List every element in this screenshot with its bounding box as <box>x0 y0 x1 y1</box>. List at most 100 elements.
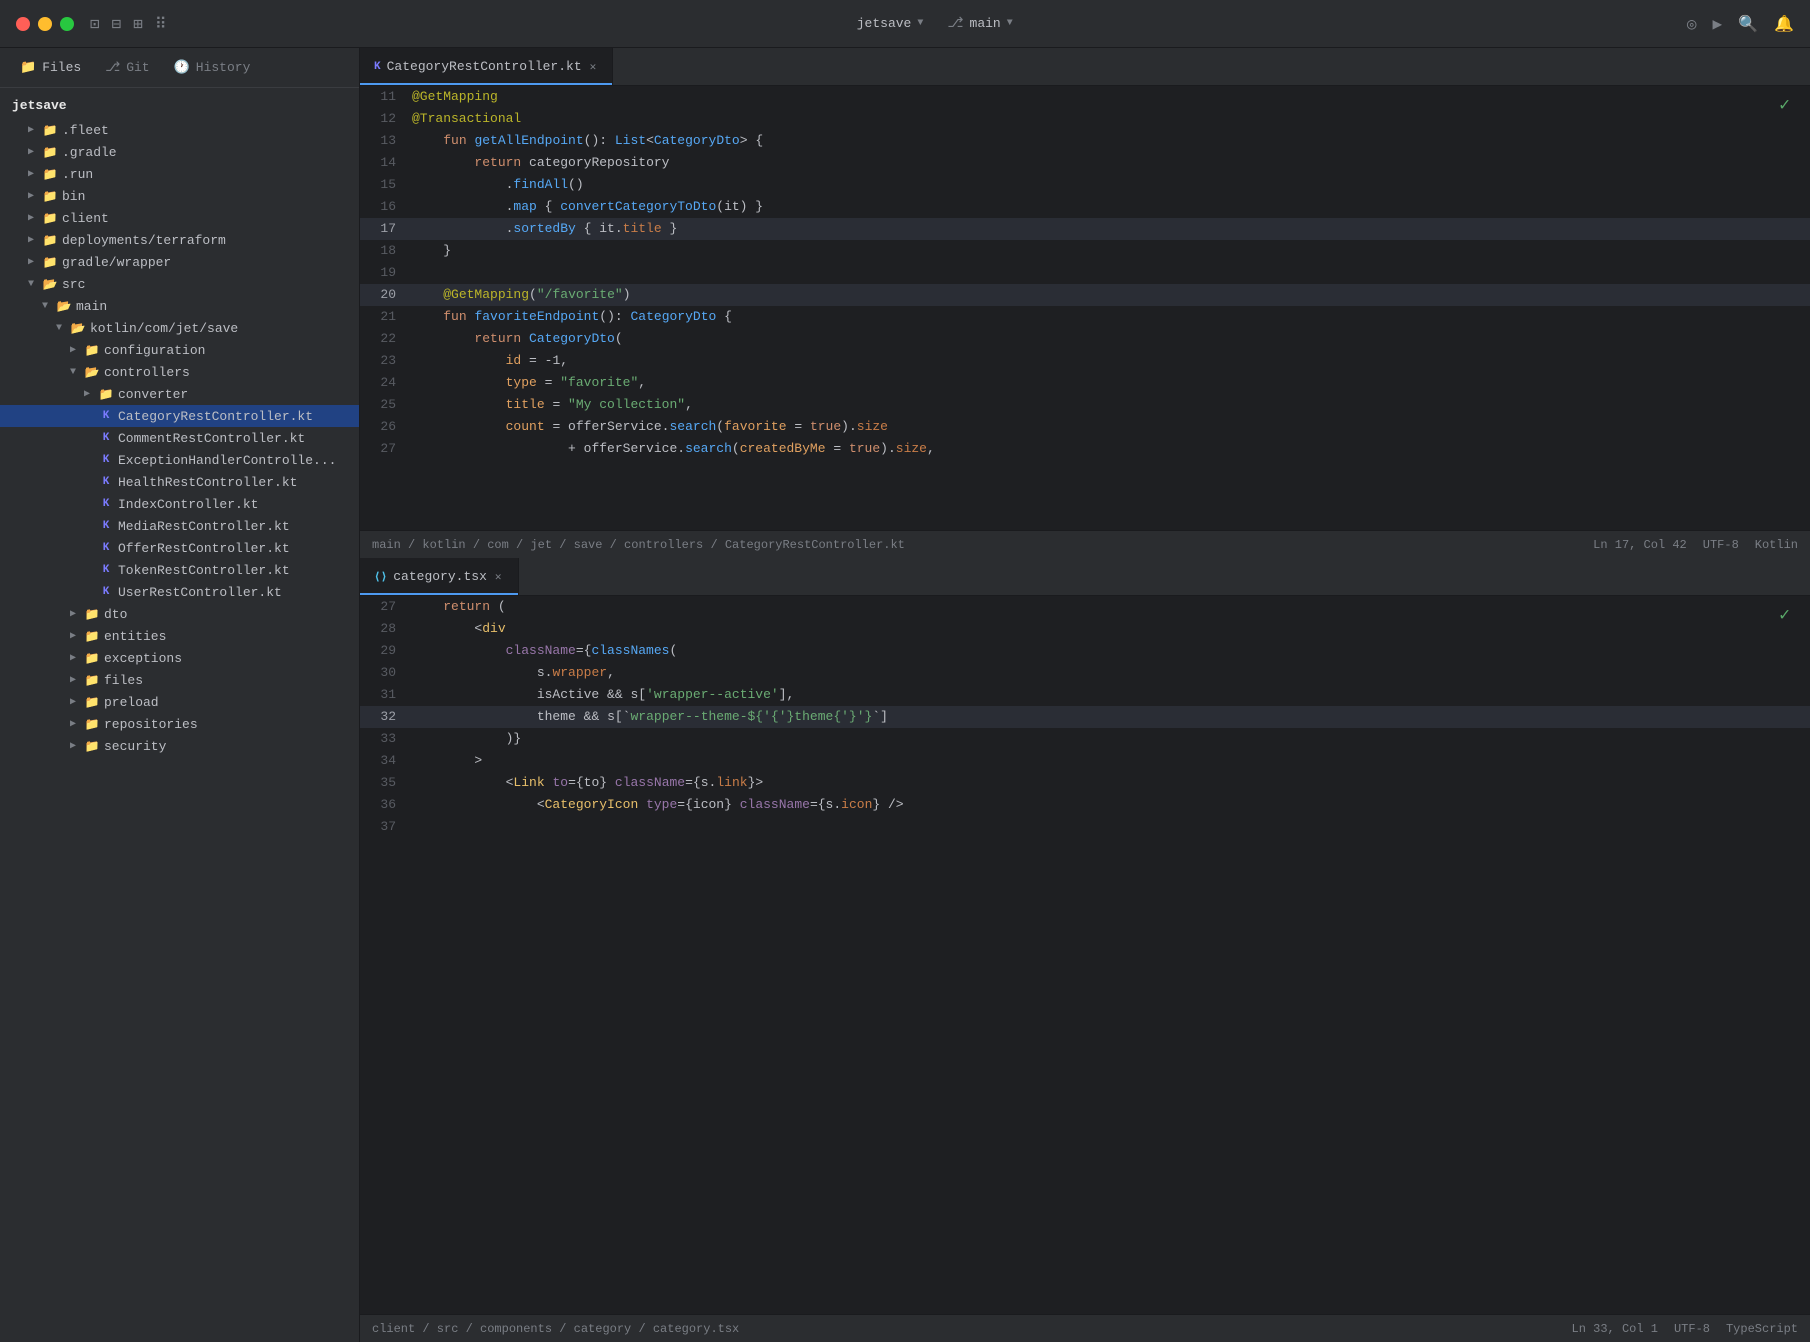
tree-item-user-rest-controller[interactable]: ▶ K UserRestController.kt <box>0 581 359 603</box>
tree-item-label: CommentRestController.kt <box>118 431 305 446</box>
layout-bottom-icon[interactable]: ⊟ <box>112 14 122 34</box>
tree-item-dto[interactable]: ▶ 📁 dto <box>0 603 359 625</box>
kotlin-file-icon: K <box>98 430 114 446</box>
tree-item-repositories[interactable]: ▶ 📁 repositories <box>0 713 359 735</box>
line-number: 21 <box>360 306 408 328</box>
bell-icon[interactable]: 🔔 <box>1774 14 1794 34</box>
line-content: } <box>408 240 1810 262</box>
tab-close-button[interactable]: ✕ <box>588 58 599 76</box>
tree-item-label: HealthRestController.kt <box>118 475 297 490</box>
sidebar-tab-git[interactable]: ⎇ Git <box>93 56 161 79</box>
tree-item-kotlin-path[interactable]: ▼ 📂 kotlin/com/jet/save <box>0 317 359 339</box>
tree-item-controllers[interactable]: ▼ 📂 controllers <box>0 361 359 383</box>
tree-item-category-rest-controller[interactable]: ▶ K CategoryRestController.kt <box>0 405 359 427</box>
line-number: 13 <box>360 130 408 152</box>
close-button[interactable] <box>16 17 30 31</box>
layout-split-icon[interactable]: ⊞ <box>133 14 143 34</box>
tree-item-label: controllers <box>104 365 190 380</box>
titlebar: ⊡ ⊟ ⊞ ⠿ jetsave ▼ ⎇ main ▼ ◎ ▶ 🔍 🔔 <box>0 0 1810 48</box>
code-view-kotlin[interactable]: ✓ 11 @GetMapping 12 @Transactional 13 fu… <box>360 86 1810 530</box>
chevron-right-icon: ▶ <box>66 739 80 753</box>
sidebar-tab-history[interactable]: 🕐 History <box>162 56 263 79</box>
tree-item-exception-handler[interactable]: ▶ K ExceptionHandlerControlle... <box>0 449 359 471</box>
git-tab-label: Git <box>126 60 149 75</box>
code-line: 29 className={classNames( <box>360 640 1810 662</box>
tree-item-label: .fleet <box>62 123 109 138</box>
tree-item-token-rest-controller[interactable]: ▶ K TokenRestController.kt <box>0 559 359 581</box>
tree-item-gradle-wrapper[interactable]: ▶ 📁 gradle/wrapper <box>0 251 359 273</box>
status-bar-bottom: client / src / components / category / c… <box>360 1314 1810 1342</box>
tree-item-run[interactable]: ▶ 📁 .run <box>0 163 359 185</box>
line-number: 37 <box>360 816 408 838</box>
code-line: 30 s.wrapper, <box>360 662 1810 684</box>
project-chevron-icon: ▼ <box>917 18 923 29</box>
search-icon[interactable]: 🔍 <box>1738 14 1758 34</box>
project-name: jetsave <box>857 16 912 31</box>
status-path-top: main / kotlin / com / jet / save / contr… <box>372 538 1585 552</box>
sidebar-tab-files[interactable]: 📁 Files <box>8 56 93 79</box>
line-content: <Link to={to} className={s.link}> <box>408 772 1810 794</box>
tree-item-preload[interactable]: ▶ 📁 preload <box>0 691 359 713</box>
chevron-right-icon: ▶ <box>24 167 38 181</box>
tree-item-src[interactable]: ▼ 📂 src <box>0 273 359 295</box>
code-line: 26 count = offerService.search(favorite … <box>360 416 1810 438</box>
minimize-button[interactable] <box>38 17 52 31</box>
tree-item-main[interactable]: ▼ 📂 main <box>0 295 359 317</box>
tree-item-gradle[interactable]: ▶ 📁 .gradle <box>0 141 359 163</box>
tree-item-deployments[interactable]: ▶ 📁 deployments/terraform <box>0 229 359 251</box>
branch-selector[interactable]: ⎇ main ▼ <box>947 15 1012 32</box>
chevron-down-icon: ▼ <box>24 277 38 291</box>
tree-item-health-rest-controller[interactable]: ▶ K HealthRestController.kt <box>0 471 359 493</box>
status-position: Ln 17, Col 42 <box>1593 538 1687 552</box>
tree-item-converter[interactable]: ▶ 📁 converter <box>0 383 359 405</box>
chevron-down-icon: ▼ <box>66 365 80 379</box>
line-number: 19 <box>360 262 408 284</box>
code-line: 15 .findAll() <box>360 174 1810 196</box>
folder-icon: 📁 <box>84 606 100 622</box>
tree-item-security[interactable]: ▶ 📁 security <box>0 735 359 757</box>
project-selector[interactable]: jetsave ▼ <box>857 16 924 31</box>
tree-item-exceptions[interactable]: ▶ 📁 exceptions <box>0 647 359 669</box>
grid-icon[interactable]: ⠿ <box>155 14 167 34</box>
status-bar-top: main / kotlin / com / jet / save / contr… <box>360 530 1810 558</box>
line-content: > <box>408 750 1810 772</box>
chevron-right-icon: ▶ <box>80 387 94 401</box>
line-content: .findAll() <box>408 174 1810 196</box>
tree-item-offer-rest-controller[interactable]: ▶ K OfferRestController.kt <box>0 537 359 559</box>
tree-item-index-controller[interactable]: ▶ K IndexController.kt <box>0 493 359 515</box>
line-content: @Transactional <box>408 108 1810 130</box>
chevron-right-icon: ▶ <box>66 695 80 709</box>
folder-icon: 📁 <box>98 386 114 402</box>
tree-item-comment-rest-controller[interactable]: ▶ K CommentRestController.kt <box>0 427 359 449</box>
broadcast-icon[interactable]: ◎ <box>1687 14 1697 34</box>
maximize-button[interactable] <box>60 17 74 31</box>
code-line: 21 fun favoriteEndpoint(): CategoryDto { <box>360 306 1810 328</box>
tree-item-entities[interactable]: ▶ 📁 entities <box>0 625 359 647</box>
history-icon: 🕐 <box>174 60 190 75</box>
code-view-tsx[interactable]: ✓ 27 return ( 28 <div 29 className={clas <box>360 596 1810 1314</box>
chevron-right-icon: ▶ <box>24 233 38 247</box>
line-content: return CategoryDto( <box>408 328 1810 350</box>
sidebar: 📁 Files ⎇ Git 🕐 History jetsave ▶ 📁 .fle… <box>0 48 360 1342</box>
tab-category-tsx[interactable]: ⟨⟩ category.tsx ✕ <box>360 558 519 595</box>
tree-item-bin[interactable]: ▶ 📁 bin <box>0 185 359 207</box>
code-line: 14 return categoryRepository <box>360 152 1810 174</box>
line-number: 34 <box>360 750 408 772</box>
folder-icon: 📂 <box>70 320 86 336</box>
line-content: + offerService.search(createdByMe = true… <box>408 438 1810 460</box>
tree-item-fleet[interactable]: ▶ 📁 .fleet <box>0 119 359 141</box>
tree-item-client[interactable]: ▶ 📁 client <box>0 207 359 229</box>
code-line: 11 @GetMapping <box>360 86 1810 108</box>
chevron-right-icon: ▶ <box>24 145 38 159</box>
play-icon[interactable]: ▶ <box>1713 14 1723 34</box>
status-language: TypeScript <box>1726 1322 1798 1336</box>
tab-close-button[interactable]: ✕ <box>493 568 504 586</box>
tree-item-label: client <box>62 211 109 226</box>
tree-item-configuration[interactable]: ▶ 📁 configuration <box>0 339 359 361</box>
sidebar-toggle-icon[interactable]: ⊡ <box>90 14 100 34</box>
chevron-right-icon: ▶ <box>24 211 38 225</box>
tree-item-media-rest-controller[interactable]: ▶ K MediaRestController.kt <box>0 515 359 537</box>
tree-item-files[interactable]: ▶ 📁 files <box>0 669 359 691</box>
line-content: id = -1, <box>408 350 1810 372</box>
tab-category-rest-controller[interactable]: K CategoryRestController.kt ✕ <box>360 48 613 85</box>
